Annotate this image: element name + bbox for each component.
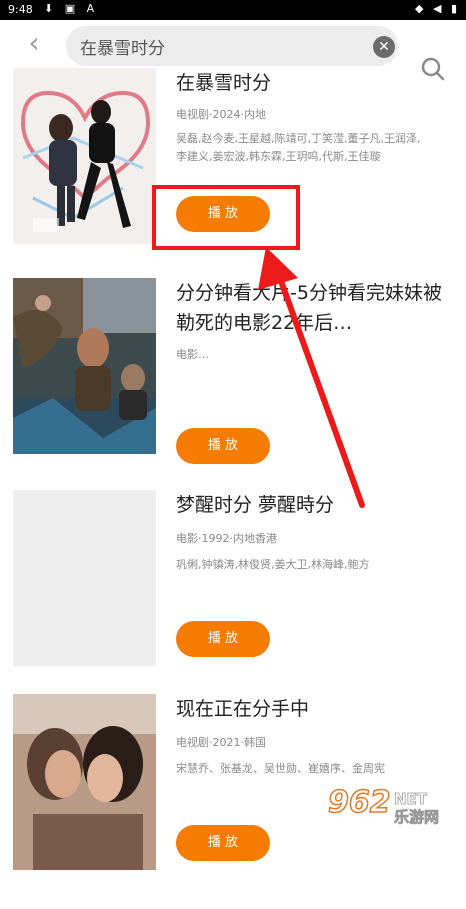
result-item[interactable]: 在暴雪时分 电视剧·2024·内地 吴磊,赵今麦,王星越,陈靖可,丁笑滢,董子凡… bbox=[0, 68, 466, 283]
result-cast: 巩俐,钟镇涛,林俊贤,姜大卫,林海峰,鲍方 bbox=[176, 558, 370, 571]
result-title[interactable]: 梦醒时分 夢醒時分 bbox=[176, 490, 446, 520]
poster-image[interactable] bbox=[13, 490, 156, 666]
watermark-logo: 962 NET 乐游网 bbox=[327, 782, 458, 826]
annotation-highlight-box bbox=[152, 185, 300, 250]
clear-icon[interactable]: ✕ bbox=[373, 36, 395, 58]
play-button[interactable]: 播 放 bbox=[176, 621, 270, 657]
result-meta: 电影… bbox=[176, 348, 209, 361]
svg-text:962: 962 bbox=[328, 785, 391, 820]
result-title[interactable]: 现在正在分手中 bbox=[176, 694, 446, 724]
play-button[interactable]: 播 放 bbox=[176, 825, 270, 861]
result-item[interactable]: 分分钟看大片-5分钟看完妹妹被勒死的电影22年后… 电影… 播 放 bbox=[0, 278, 466, 493]
svg-text:NET: NET bbox=[394, 790, 428, 808]
poster-image[interactable] bbox=[13, 278, 156, 454]
svg-text:乐游网: 乐游网 bbox=[394, 808, 439, 826]
play-button[interactable]: 播 放 bbox=[176, 428, 270, 464]
result-meta: 电影·1992·内地香港 bbox=[176, 532, 277, 545]
notification-icons: ⬇ ▣ A bbox=[44, 2, 99, 15]
result-cast: 宋慧乔、张基龙、吴世勋、崔嬉序、金周宪 bbox=[176, 762, 385, 775]
back-chevron-icon[interactable]: ‹ bbox=[20, 29, 48, 58]
status-time: 9:48 bbox=[8, 3, 33, 16]
result-title[interactable]: 分分钟看大片-5分钟看完妹妹被勒死的电影22年后… bbox=[176, 278, 446, 338]
status-bar: 9:48 ⬇ ▣ A ◆ ◀ ▮ bbox=[0, 0, 466, 20]
search-field[interactable] bbox=[66, 26, 398, 66]
result-title[interactable]: 在暴雪时分 bbox=[176, 68, 446, 98]
poster-image[interactable] bbox=[13, 68, 156, 244]
search-bar: ‹ bbox=[0, 20, 466, 81]
poster-image[interactable] bbox=[13, 694, 156, 870]
result-meta: 电视剧·2024·内地 bbox=[176, 108, 266, 121]
result-item[interactable]: 梦醒时分 夢醒時分 电影·1992·内地香港 巩俐,钟镇涛,林俊贤,姜大卫,林海… bbox=[0, 490, 466, 705]
search-input[interactable] bbox=[80, 34, 350, 58]
result-cast: 吴磊,赵今麦,王星越,陈靖可,丁笑滢,董子凡,王润泽,李建义,姜宏波,韩东霖,王… bbox=[176, 132, 421, 163]
result-meta: 电视剧·2021·韩国 bbox=[176, 736, 266, 749]
system-status-icons: ◆ ◀ ▮ bbox=[415, 2, 460, 15]
